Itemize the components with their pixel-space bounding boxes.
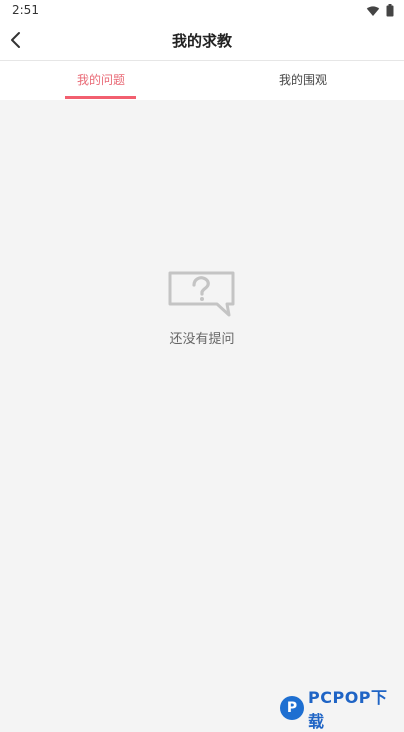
page-title: 我的求教 (171, 32, 232, 50)
app-header: 我的求教 (0, 22, 404, 60)
empty-state: 还没有提问 (0, 270, 404, 347)
battery-icon (386, 4, 394, 17)
tab-label: 我的问题 (76, 73, 125, 87)
tab-bar: 我的问题 我的围观 (0, 61, 404, 100)
status-time: 2:51 (12, 3, 39, 17)
question-bubble-icon (168, 271, 235, 317)
wifi-icon (366, 5, 380, 16)
tab-my-watching[interactable]: 我的围观 (202, 61, 404, 100)
status-bar: 2:51 (0, 0, 404, 22)
watermark: P PCPOP下载 (280, 684, 404, 732)
empty-message: 还没有提问 (169, 332, 235, 347)
pcpop-logo-icon: P (280, 696, 304, 720)
active-tab-indicator (65, 96, 136, 99)
tab-my-questions[interactable]: 我的问题 (0, 61, 202, 100)
watermark-text: PCPOP下载 (308, 688, 388, 731)
tab-label: 我的围观 (278, 73, 327, 87)
status-icons (366, 4, 394, 17)
